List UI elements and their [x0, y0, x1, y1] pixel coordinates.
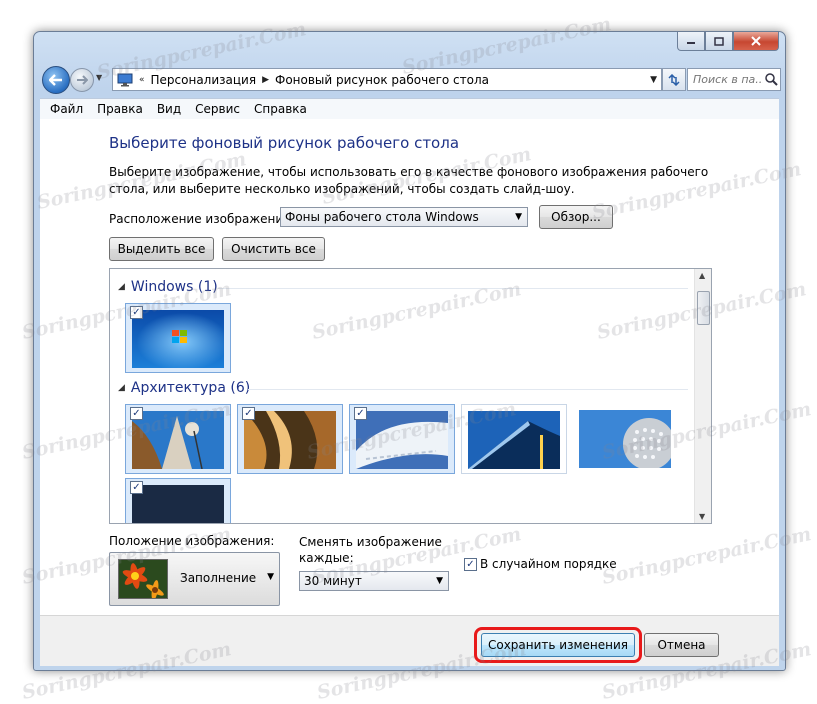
- scroll-down-icon[interactable]: ▼: [699, 512, 705, 521]
- menu-view[interactable]: Вид: [157, 102, 181, 116]
- wallpaper-tile[interactable]: [573, 404, 679, 474]
- interval-dropdown[interactable]: 30 минут ▼: [299, 571, 449, 591]
- architecture-thumbnail: [244, 411, 336, 469]
- scrollbar-thumb[interactable]: [697, 291, 710, 325]
- architecture-thumbnail: [468, 411, 560, 469]
- image-gallery: ◢ Windows (1) ✓ ◢ Архитектура (6) ✓ ✓ ✓ …: [109, 268, 712, 524]
- chevron-down-icon: ▼: [436, 576, 443, 586]
- search-box: [687, 68, 781, 91]
- menu-bar: Файл Правка Вид Сервис Справка: [40, 98, 779, 120]
- maximize-button[interactable]: [705, 32, 733, 51]
- group-header-windows[interactable]: ◢ Windows (1): [118, 279, 688, 295]
- wallpaper-tile[interactable]: ✓: [237, 404, 343, 474]
- browse-button[interactable]: Обзор...: [539, 205, 613, 229]
- cancel-button[interactable]: Отмена: [644, 633, 719, 657]
- shuffle-checkbox[interactable]: ✓: [464, 558, 477, 571]
- caption-buttons: [677, 32, 779, 51]
- menu-tools[interactable]: Сервис: [195, 102, 240, 116]
- breadcrumb-overflow[interactable]: «: [139, 75, 145, 85]
- wallpaper-tile[interactable]: ✓: [125, 303, 231, 373]
- control-panel-icon: [117, 73, 133, 86]
- architecture-thumbnail: [132, 485, 224, 523]
- collapse-triangle-icon[interactable]: ◢: [118, 383, 125, 393]
- refresh-button[interactable]: [662, 68, 686, 91]
- search-input[interactable]: [688, 72, 765, 87]
- minimize-icon: [687, 42, 695, 44]
- maximize-icon: [714, 36, 724, 46]
- position-label: Положение изображения:: [109, 534, 275, 548]
- interval-label: Сменять изображение каждые:: [299, 534, 442, 566]
- wallpaper-tile[interactable]: ✓: [125, 478, 231, 523]
- content-pane: Выберите фоновый рисунок рабочего стола …: [40, 119, 779, 615]
- close-button[interactable]: [733, 32, 779, 51]
- wallpaper-checkbox[interactable]: ✓: [130, 306, 143, 319]
- wallpaper-tile[interactable]: ✓: [349, 404, 455, 474]
- address-bar[interactable]: « Персонализация ▶ Фоновый рисунок рабоч…: [112, 68, 662, 91]
- wallpaper-checkbox[interactable]: ✓: [130, 481, 143, 494]
- group-title: Windows (1): [130, 279, 218, 295]
- architecture-thumbnail: [132, 411, 224, 469]
- collapse-triangle-icon[interactable]: ◢: [118, 282, 125, 292]
- gallery-scrollbar[interactable]: ▲ ▼: [694, 269, 711, 523]
- clear-all-button[interactable]: Очистить все: [222, 237, 325, 261]
- position-value: Заполнение: [180, 571, 257, 585]
- window: ▼ « Персонализация ▶ Фоновый рисунок раб…: [33, 31, 786, 671]
- arrow-left-icon: [49, 74, 62, 86]
- wallpaper-checkbox[interactable]: ✓: [130, 407, 143, 420]
- page-title: Выберите фоновый рисунок рабочего стола: [109, 134, 460, 152]
- position-preview-thumbnail: [118, 559, 168, 599]
- minimize-button[interactable]: [677, 32, 705, 51]
- close-icon: [751, 36, 761, 46]
- navigation-bar: ▼ « Персонализация ▶ Фоновый рисунок раб…: [40, 64, 781, 94]
- menu-file[interactable]: Файл: [50, 102, 83, 116]
- breadcrumb-desktop-background[interactable]: Фоновый рисунок рабочего стола: [275, 73, 489, 87]
- arrow-right-icon: [77, 75, 88, 85]
- breadcrumb-arrow-icon[interactable]: ▶: [262, 75, 269, 85]
- scroll-up-icon[interactable]: ▲: [699, 271, 705, 280]
- architecture-thumbnail: [579, 410, 671, 468]
- interval-value: 30 минут: [304, 574, 362, 588]
- shuffle-label[interactable]: В случайном порядке: [480, 557, 617, 571]
- chevron-down-icon: ▼: [515, 212, 522, 222]
- history-dropdown[interactable]: ▼: [96, 73, 106, 83]
- wallpaper-checkbox[interactable]: ✓: [242, 407, 255, 420]
- address-dropdown-icon[interactable]: ▼: [650, 75, 657, 85]
- location-dropdown[interactable]: Фоны рабочего стола Windows ▼: [280, 207, 528, 227]
- back-button[interactable]: [42, 66, 70, 94]
- location-value: Фоны рабочего стола Windows: [285, 210, 479, 224]
- breadcrumb-personalization[interactable]: Персонализация: [151, 73, 257, 87]
- architecture-thumbnail: [356, 411, 448, 469]
- wallpaper-checkbox[interactable]: ✓: [354, 407, 367, 420]
- chevron-down-icon: ▼: [267, 572, 274, 582]
- windows-logo-thumbnail: [132, 310, 224, 368]
- location-label: Расположение изображения:: [109, 212, 295, 226]
- page-description: Выберите изображение, чтобы использовать…: [109, 165, 709, 196]
- search-icon[interactable]: [765, 73, 778, 86]
- interval-label-line2: каждые:: [299, 551, 354, 565]
- refresh-icon: [668, 73, 680, 86]
- group-title: Архитектура (6): [130, 380, 251, 396]
- group-header-architecture[interactable]: ◢ Архитектура (6): [118, 380, 688, 396]
- save-changes-button[interactable]: Сохранить изменения: [481, 633, 635, 657]
- position-dropdown[interactable]: Заполнение ▼: [109, 552, 280, 606]
- forward-button[interactable]: [70, 68, 94, 92]
- interval-label-line1: Сменять изображение: [299, 535, 442, 549]
- wallpaper-tile[interactable]: [461, 404, 567, 474]
- footer-bar: Сохранить изменения Отмена: [40, 615, 779, 666]
- menu-edit[interactable]: Правка: [97, 102, 143, 116]
- wallpaper-tile[interactable]: ✓: [125, 404, 231, 474]
- menu-help[interactable]: Справка: [254, 102, 307, 116]
- select-all-button[interactable]: Выделить все: [109, 237, 214, 261]
